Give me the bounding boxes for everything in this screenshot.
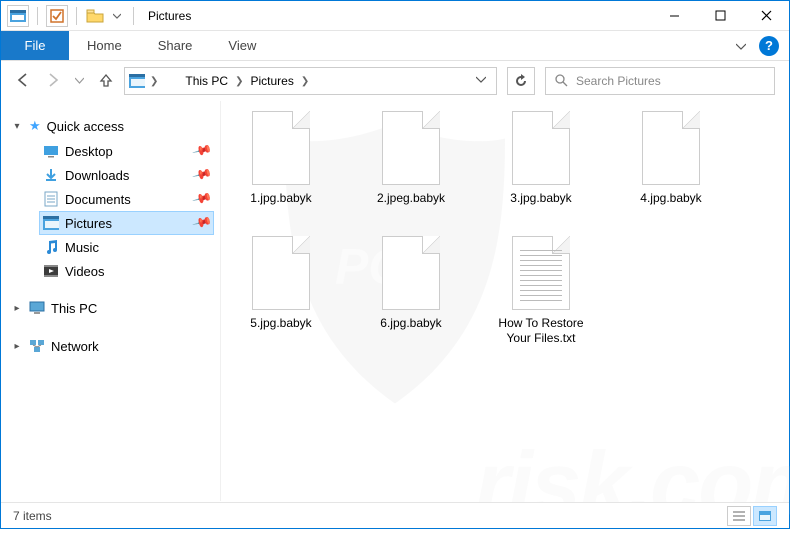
sidebar-item-documents[interactable]: Documents 📌 — [39, 187, 214, 211]
address-bar[interactable]: ❯ This PC ❯ Pictures ❯ — [124, 67, 497, 95]
sidebar-label: This PC — [51, 301, 97, 316]
file-item[interactable]: How To Restore Your Files.txt — [491, 236, 591, 346]
file-item[interactable]: 3.jpg.babyk — [491, 111, 591, 206]
sidebar-item-label: Desktop — [65, 144, 113, 159]
view-thumbnails-button[interactable] — [753, 506, 777, 526]
address-dropdown-icon[interactable] — [476, 74, 486, 88]
breadcrumb-pictures[interactable]: Pictures — [248, 74, 295, 88]
sidebar-item-label: Documents — [65, 192, 131, 207]
file-item[interactable]: 4.jpg.babyk — [621, 111, 721, 206]
tab-home[interactable]: Home — [69, 31, 140, 60]
file-name: 5.jpg.babyk — [250, 316, 311, 331]
window-title: Pictures — [148, 9, 191, 23]
chevron-right-icon[interactable]: ❯ — [232, 76, 246, 87]
file-name: 6.jpg.babyk — [380, 316, 441, 331]
file-name: 1.jpg.babyk — [250, 191, 311, 206]
search-input[interactable] — [576, 74, 766, 88]
sidebar-item-label: Music — [65, 240, 99, 255]
file-icon — [252, 236, 310, 310]
file-icon — [512, 111, 570, 185]
sidebar-label: Network — [51, 339, 99, 354]
chevron-right-icon[interactable]: ▸ — [11, 303, 23, 314]
sidebar: ▾ ★ Quick access Desktop📌Downloads📌Docum… — [1, 101, 221, 501]
breadcrumb-this-pc[interactable]: This PC — [163, 73, 230, 89]
file-icon — [642, 111, 700, 185]
up-button[interactable] — [98, 72, 114, 91]
breadcrumb-label: This PC — [185, 74, 228, 88]
close-button[interactable] — [743, 1, 789, 31]
search-icon — [554, 73, 568, 90]
file-tab[interactable]: File — [1, 31, 69, 60]
sidebar-item-label: Pictures — [65, 216, 112, 231]
music-icon — [43, 239, 59, 255]
pin-icon: 📌 — [191, 164, 213, 186]
titlebar: Pictures — [1, 1, 789, 31]
downloads-icon — [43, 167, 59, 183]
file-item[interactable]: 1.jpg.babyk — [231, 111, 331, 206]
forward-button[interactable] — [45, 72, 61, 91]
file-icon — [512, 236, 570, 310]
recent-dropdown-icon[interactable] — [75, 74, 84, 88]
desktop-icon — [43, 143, 59, 159]
file-name: 3.jpg.babyk — [510, 191, 571, 206]
sidebar-item-label: Videos — [65, 264, 105, 279]
file-pane[interactable]: 1.jpg.babyk 2.jpeg.babyk 3.jpg.babyk 4.jpg.… — [221, 101, 789, 501]
sidebar-item-label: Downloads — [65, 168, 129, 183]
view-details-button[interactable] — [727, 506, 751, 526]
pin-icon: 📌 — [191, 188, 213, 210]
qat-properties-icon[interactable] — [46, 5, 68, 27]
file-icon — [252, 111, 310, 185]
tab-view[interactable]: View — [210, 31, 274, 60]
ribbon-expand-icon[interactable] — [733, 38, 749, 54]
ribbon: File Home Share View ? — [1, 31, 789, 61]
file-name: 4.jpg.babyk — [640, 191, 701, 206]
file-item[interactable]: 6.jpg.babyk — [361, 236, 461, 346]
sidebar-quick-access[interactable]: ▾ ★ Quick access — [7, 113, 214, 139]
nav-row: ❯ This PC ❯ Pictures ❯ — [1, 61, 789, 101]
chevron-right-icon[interactable]: ▸ — [11, 341, 23, 352]
pictures-location-icon — [129, 73, 145, 89]
back-button[interactable] — [15, 72, 31, 91]
search-box[interactable] — [545, 67, 775, 95]
file-icon — [382, 111, 440, 185]
videos-icon — [43, 263, 59, 279]
chevron-right-icon[interactable]: ❯ — [147, 76, 161, 87]
pin-icon: 📌 — [191, 212, 213, 234]
refresh-button[interactable] — [507, 67, 535, 95]
help-button[interactable]: ? — [759, 36, 779, 56]
maximize-button[interactable] — [697, 1, 743, 31]
sidebar-item-videos[interactable]: Videos — [39, 259, 214, 283]
file-name: 2.jpeg.babyk — [377, 191, 445, 206]
status-count: 7 items — [13, 509, 52, 523]
chevron-down-icon[interactable]: ▾ — [11, 121, 23, 132]
pictures-icon — [43, 215, 59, 231]
file-icon — [382, 236, 440, 310]
qat-folder-icon[interactable] — [85, 6, 105, 26]
sidebar-item-downloads[interactable]: Downloads 📌 — [39, 163, 214, 187]
pin-icon: 📌 — [191, 140, 213, 162]
sidebar-this-pc[interactable]: ▸ This PC — [7, 295, 214, 321]
this-pc-icon — [29, 300, 45, 316]
sidebar-item-desktop[interactable]: Desktop 📌 — [39, 139, 214, 163]
file-item[interactable]: 2.jpeg.babyk — [361, 111, 461, 206]
sidebar-label: Quick access — [47, 119, 124, 134]
sidebar-network[interactable]: ▸ Network — [7, 333, 214, 359]
documents-icon — [43, 191, 59, 207]
sidebar-item-pictures[interactable]: Pictures 📌 — [39, 211, 214, 235]
minimize-button[interactable] — [651, 1, 697, 31]
qat-app-icon[interactable] — [7, 5, 29, 27]
sidebar-item-music[interactable]: Music — [39, 235, 214, 259]
breadcrumb-label: Pictures — [250, 74, 293, 88]
star-icon: ★ — [29, 118, 41, 134]
file-item[interactable]: 5.jpg.babyk — [231, 236, 331, 346]
tab-share[interactable]: Share — [140, 31, 211, 60]
file-name: How To Restore Your Files.txt — [491, 316, 591, 346]
qat-dropdown-icon[interactable] — [109, 8, 125, 24]
network-icon — [29, 338, 45, 354]
chevron-right-icon[interactable]: ❯ — [298, 76, 312, 87]
this-pc-small-icon — [165, 73, 181, 89]
status-bar: 7 items — [1, 502, 789, 528]
